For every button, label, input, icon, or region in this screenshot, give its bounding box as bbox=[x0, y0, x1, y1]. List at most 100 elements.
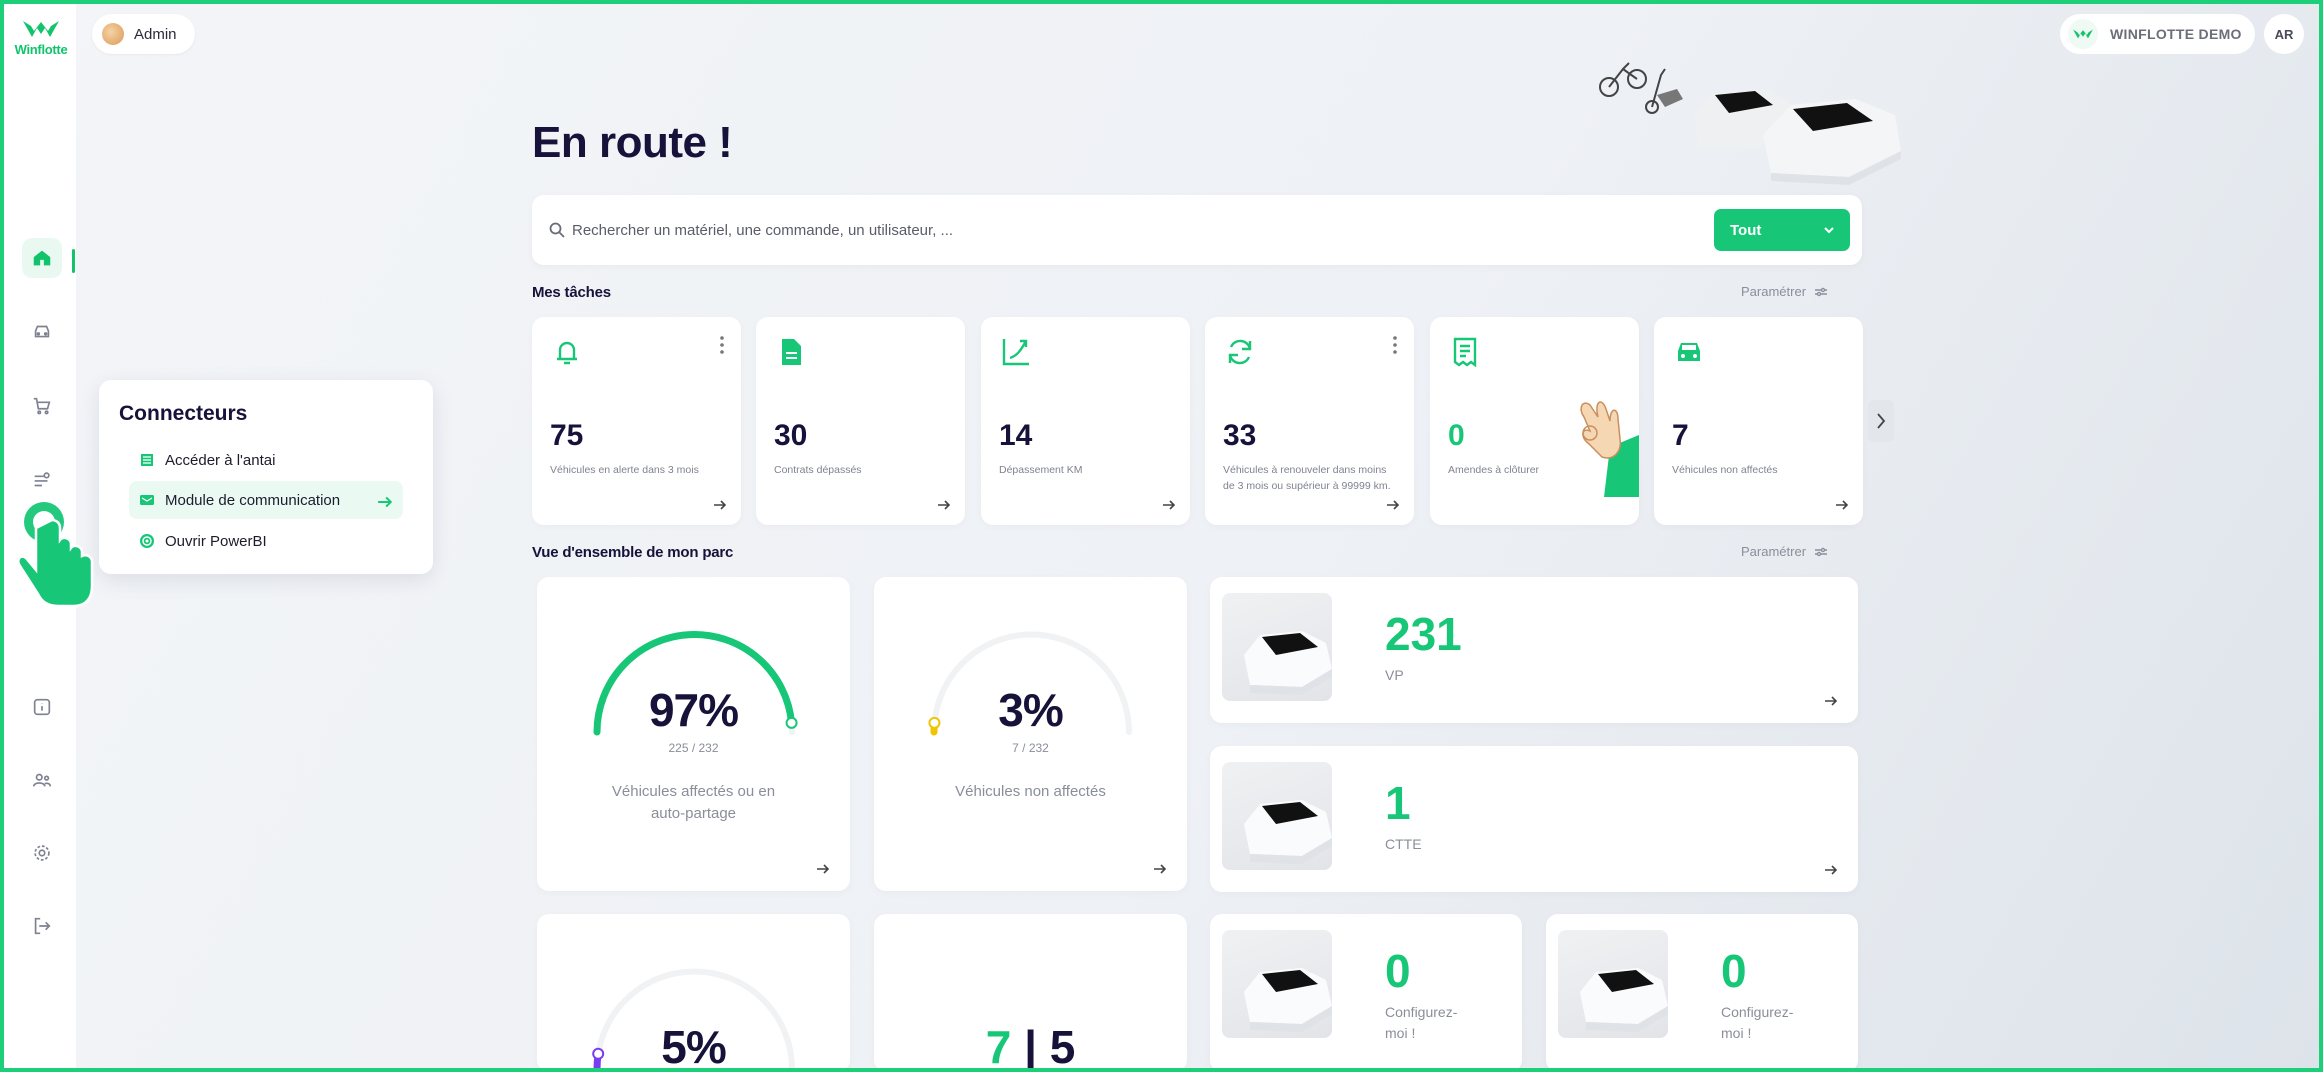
gauge-label: Véhicules non affectés bbox=[955, 783, 1106, 800]
tasks-section-title: Mes tâches bbox=[532, 284, 611, 301]
task-count: 30 bbox=[774, 419, 808, 452]
car-icon bbox=[34, 325, 50, 338]
gauge-card-unassigned[interactable]: 3% 7 / 232 Véhicules non affectés bbox=[874, 577, 1187, 891]
global-search: Tout bbox=[532, 195, 1862, 265]
brand-logo[interactable]: Winflotte bbox=[10, 18, 72, 57]
task-count: 0 bbox=[1448, 419, 1465, 452]
arrow-right-icon[interactable] bbox=[1386, 499, 1400, 511]
overview-section-title: Vue d'ensemble de mon parc bbox=[532, 544, 734, 561]
gauge-card-third[interactable]: 5% bbox=[537, 914, 850, 1072]
fleet-count: 0 bbox=[1721, 945, 1747, 997]
connector-communication[interactable]: Module de communication bbox=[129, 481, 403, 519]
overview-config-label: Paramétrer bbox=[1741, 544, 1807, 559]
fleet-card-config-1[interactable]: 0 Configurez-moi ! bbox=[1210, 914, 1522, 1072]
page-title: En route ! bbox=[532, 118, 733, 167]
user-menu[interactable]: Admin bbox=[92, 14, 195, 54]
task-card-km[interactable]: 14 Dépassement KM bbox=[981, 317, 1190, 525]
nav-home[interactable] bbox=[22, 238, 62, 278]
tasks-next-button[interactable] bbox=[1868, 400, 1894, 442]
search-filter-select[interactable]: Tout bbox=[1714, 209, 1850, 251]
arrow-right-icon[interactable] bbox=[937, 499, 951, 511]
task-label: Contrats dépassés bbox=[774, 464, 862, 476]
arrow-right-icon[interactable] bbox=[816, 863, 830, 875]
nav-vehicles[interactable] bbox=[22, 312, 62, 352]
search-input[interactable] bbox=[572, 215, 1732, 245]
gauge-value: 5% bbox=[661, 1021, 726, 1072]
task-count: 14 bbox=[999, 419, 1033, 452]
message-icon bbox=[140, 495, 154, 505]
fleet-card-ctte[interactable]: 1 CTTE bbox=[1210, 746, 1858, 892]
car-thumbnail bbox=[1558, 930, 1668, 1038]
arrow-right-icon[interactable] bbox=[1835, 499, 1849, 511]
receipt-icon bbox=[1453, 337, 1477, 368]
task-card-renew[interactable]: 33 Véhicules à renouveler dans moins de … bbox=[1205, 317, 1414, 525]
nav-info[interactable] bbox=[22, 687, 62, 727]
document-icon bbox=[782, 339, 801, 365]
task-label: Véhicules en alerte dans 3 mois bbox=[550, 464, 699, 476]
car-icon bbox=[1678, 343, 1700, 361]
user-initials-button[interactable]: AR bbox=[2264, 14, 2304, 54]
car-thumbnail bbox=[1222, 930, 1332, 1038]
nav-users[interactable] bbox=[22, 760, 62, 800]
gear-icon bbox=[34, 845, 50, 861]
car-thumbnail-icon bbox=[1244, 631, 1332, 695]
fleet-card-config-2[interactable]: 0 Configurez-moi ! bbox=[1546, 914, 1858, 1072]
connectors-popover: Connecteurs Accéder à l'antai Module de … bbox=[99, 380, 433, 574]
task-card-unassigned[interactable]: 7 Véhicules non affectés bbox=[1654, 317, 1863, 525]
trend-up-icon bbox=[1002, 339, 1029, 366]
tasks-config-link[interactable]: Paramétrer bbox=[1741, 284, 1828, 299]
user-name: Admin bbox=[134, 25, 177, 43]
car-thumbnail bbox=[1222, 762, 1332, 870]
fleet-card-vp[interactable]: 231 VP bbox=[1210, 577, 1858, 723]
nav-orders[interactable] bbox=[22, 386, 62, 426]
brand-name: Winflotte bbox=[14, 42, 68, 57]
home-icon bbox=[33, 250, 51, 266]
task-count: 7 bbox=[1672, 419, 1689, 452]
connector-icon bbox=[34, 472, 50, 487]
filter-value: Tout bbox=[1730, 221, 1762, 239]
more-vertical-icon[interactable] bbox=[1392, 335, 1398, 355]
active-indicator bbox=[72, 249, 75, 273]
connector-antai[interactable]: Accéder à l'antai bbox=[129, 441, 403, 479]
users-icon bbox=[32, 773, 52, 787]
nav-connectors[interactable] bbox=[22, 460, 62, 500]
overview-config-link[interactable]: Paramétrer bbox=[1741, 544, 1828, 559]
fleet-label: Configurez-moi ! bbox=[1721, 1004, 1794, 1041]
split-separator: | bbox=[1024, 1021, 1037, 1072]
nav-logout[interactable] bbox=[22, 906, 62, 946]
connectors-title: Connecteurs bbox=[119, 402, 248, 425]
connector-powerbi[interactable]: Ouvrir PowerBI bbox=[129, 522, 403, 560]
search-icon bbox=[549, 222, 565, 238]
arrow-right-icon[interactable] bbox=[1153, 863, 1167, 875]
connector-label: Ouvrir PowerBI bbox=[165, 532, 267, 550]
vehicles-illustration bbox=[1599, 62, 1901, 185]
task-card-fines[interactable]: 0 Amendes à clôturer bbox=[1430, 317, 1639, 525]
connector-label: Module de communication bbox=[165, 491, 341, 509]
gauge-value: 3% bbox=[998, 684, 1063, 736]
pointer-hand-icon bbox=[17, 502, 94, 608]
task-label: Véhicules non affectés bbox=[1672, 464, 1778, 476]
info-icon bbox=[33, 698, 51, 716]
sliders-icon bbox=[1815, 287, 1828, 296]
arrow-right-icon[interactable] bbox=[1162, 499, 1176, 511]
gauge-card-assigned[interactable]: 97% 225 / 232 Véhicules affectés ou en a… bbox=[537, 577, 850, 891]
fleet-count: 0 bbox=[1385, 945, 1411, 997]
avatar bbox=[102, 23, 124, 45]
arrow-right-icon[interactable] bbox=[1824, 695, 1838, 707]
connector-label: Accéder à l'antai bbox=[165, 451, 276, 469]
gauge-sub: 7 / 232 bbox=[1012, 741, 1049, 755]
split-counter: 7 | 5 bbox=[874, 1020, 1187, 1072]
fleet-label: Configurez-moi ! bbox=[1385, 1004, 1458, 1041]
arrow-right-icon[interactable] bbox=[713, 499, 727, 511]
task-label: Véhicules à renouveler dans moins de 3 m… bbox=[1223, 464, 1391, 492]
winflotte-logo-icon bbox=[23, 21, 59, 37]
fleet-label: CTTE bbox=[1385, 836, 1422, 852]
task-card-contracts[interactable]: 30 Contrats dépassés bbox=[756, 317, 965, 525]
split-counter-card[interactable]: 7 | 5 bbox=[874, 914, 1187, 1072]
more-vertical-icon[interactable] bbox=[719, 335, 725, 355]
nav-settings[interactable] bbox=[22, 833, 62, 873]
task-card-alerts[interactable]: 75 Véhicules en alerte dans 3 mois bbox=[532, 317, 741, 525]
powerbi-icon bbox=[140, 534, 154, 548]
arrow-right-icon[interactable] bbox=[1824, 864, 1838, 876]
company-switcher[interactable]: WINFLOTTE DEMO bbox=[2060, 14, 2255, 54]
